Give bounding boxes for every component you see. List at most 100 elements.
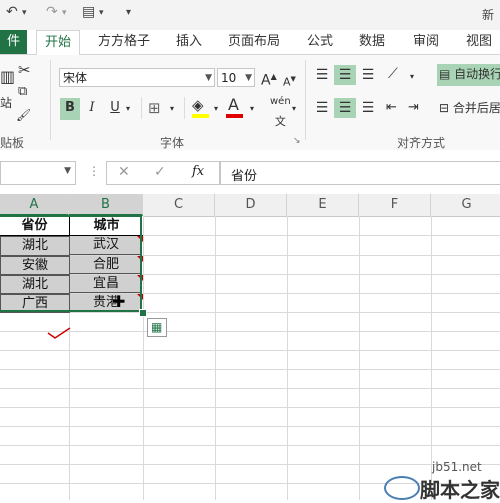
font-divider-2 bbox=[184, 97, 185, 119]
gridline bbox=[143, 216, 144, 500]
tab-page-layout[interactable]: 页面布局 bbox=[228, 30, 280, 54]
check-mark-icon bbox=[47, 327, 71, 339]
tab-insert[interactable]: 插入 bbox=[176, 30, 202, 54]
comment-indicator[interactable] bbox=[137, 294, 143, 300]
tab-view[interactable]: 视图 bbox=[466, 30, 492, 54]
font-dialog-launcher-icon[interactable]: ↘ bbox=[293, 131, 301, 151]
bold-button[interactable]: B bbox=[60, 98, 80, 120]
decrease-indent-icon[interactable]: ⇤ bbox=[386, 98, 397, 118]
quick-analysis-icon: ▦ bbox=[151, 320, 163, 334]
middle-align-icon[interactable]: ☰ bbox=[334, 65, 356, 85]
formula-input[interactable]: 省份 bbox=[220, 161, 500, 185]
italic-button[interactable]: I bbox=[83, 98, 101, 120]
column-header-b[interactable]: B bbox=[69, 194, 143, 216]
column-headers: A B C D E F G bbox=[0, 194, 500, 217]
font-color-dropdown-icon[interactable]: ▾ bbox=[250, 99, 254, 119]
underline-button[interactable]: U bbox=[106, 98, 124, 120]
gridline bbox=[431, 216, 432, 500]
column-header-g[interactable]: G bbox=[431, 194, 500, 216]
grow-font-button[interactable]: A▲ bbox=[261, 67, 277, 91]
redo-dropdown-icon[interactable]: ▾ bbox=[62, 8, 67, 18]
window-title: 新 bbox=[481, 8, 494, 22]
tab-review[interactable]: 审阅 bbox=[413, 30, 439, 54]
comment-indicator[interactable] bbox=[137, 236, 143, 242]
fill-color-dropdown-icon[interactable]: ▾ bbox=[214, 99, 218, 119]
align-left-icon[interactable]: ☰ bbox=[312, 98, 332, 118]
font-name-select[interactable]: 宋体 ▼ bbox=[59, 68, 215, 87]
tab-home[interactable]: 开始 bbox=[36, 30, 81, 56]
cell-b2[interactable]: 武汉 bbox=[70, 236, 142, 255]
customize-toolbar-icon[interactable]: ▾ bbox=[126, 7, 131, 18]
printer-icon[interactable]: ▤ bbox=[82, 4, 95, 20]
paste-icon[interactable]: ▥ bbox=[0, 67, 15, 87]
tab-fangfang[interactable]: 方方格子 bbox=[98, 30, 150, 54]
merge-center-button[interactable]: ⊟ 合并后居中 bbox=[437, 98, 500, 120]
fill-color-icon[interactable]: ◈ bbox=[192, 95, 204, 115]
font-color-icon[interactable]: A bbox=[228, 95, 239, 115]
cell-a3[interactable]: 安徽 bbox=[0, 256, 70, 275]
printer-dropdown-icon[interactable]: ▾ bbox=[99, 8, 104, 18]
underline-dropdown-icon[interactable]: ▾ bbox=[126, 99, 130, 119]
column-header-a[interactable]: A bbox=[0, 194, 69, 216]
cell-b4[interactable]: 宜昌 bbox=[70, 275, 142, 293]
top-align-icon[interactable]: ☰ bbox=[312, 65, 332, 85]
gridline bbox=[0, 426, 500, 427]
bottom-align-icon[interactable]: ☰ bbox=[358, 65, 378, 85]
orientation-dropdown-icon[interactable]: ▾ bbox=[410, 67, 414, 87]
alignment-group-label: 对齐方式 bbox=[397, 136, 446, 150]
comment-indicator[interactable] bbox=[137, 275, 143, 281]
font-size-select[interactable]: 10 ▼ bbox=[217, 68, 255, 87]
borders-icon[interactable]: ⊞ bbox=[148, 98, 161, 118]
cell-b1[interactable]: 城市 bbox=[70, 216, 143, 236]
column-header-d[interactable]: D bbox=[215, 194, 287, 216]
gridline bbox=[0, 388, 500, 389]
phonetic-guide-button[interactable]: wén 文 bbox=[270, 92, 291, 133]
cut-icon[interactable]: ✂ bbox=[18, 60, 31, 80]
watermark-site: jb51.net bbox=[432, 460, 482, 474]
confirm-entry-icon[interactable]: ✓ bbox=[154, 164, 166, 180]
formula-bar-grip-icon[interactable]: ⋮ bbox=[88, 164, 100, 178]
insert-function-icon[interactable]: fx bbox=[192, 164, 204, 179]
font-group-label: 字体 bbox=[160, 136, 185, 150]
redo-icon[interactable]: ↷ bbox=[46, 4, 58, 20]
column-header-c[interactable]: C bbox=[143, 194, 215, 216]
cell-a2[interactable]: 湖北 bbox=[0, 236, 70, 256]
format-painter-icon[interactable]: 🖌 bbox=[16, 105, 31, 125]
fill-color-swatch bbox=[192, 114, 209, 118]
tab-data[interactable]: 数据 bbox=[359, 30, 385, 54]
wrap-text-button[interactable]: ▤ 自动换行 bbox=[437, 64, 500, 86]
orientation-icon[interactable]: ⟋ bbox=[388, 64, 398, 84]
fill-handle[interactable] bbox=[139, 309, 147, 317]
tab-formulas[interactable]: 公式 bbox=[307, 30, 333, 54]
quick-access-toolbar: ↶ ▾ ↷ ▾ ▤ ▾ ▾ 新 bbox=[0, 0, 500, 30]
quick-analysis-button[interactable]: ▦ bbox=[147, 318, 167, 337]
group-separator-2 bbox=[305, 60, 306, 140]
ribbon-tab-bar: 件 开始 方方格子 插入 页面布局 公式 数据 审阅 视图 bbox=[0, 30, 500, 56]
font-color-swatch bbox=[226, 114, 243, 118]
gridline bbox=[0, 312, 500, 313]
name-box[interactable]: ▼ bbox=[0, 161, 76, 185]
clipboard-group-label: 贴板 bbox=[0, 136, 25, 150]
paste-label[interactable]: 站 bbox=[0, 93, 12, 113]
increase-indent-icon[interactable]: ⇥ bbox=[408, 98, 419, 118]
formula-content: 省份 bbox=[231, 169, 258, 184]
undo-icon[interactable]: ↶ bbox=[6, 4, 18, 20]
cell-a5[interactable]: 广西 bbox=[0, 294, 70, 313]
cancel-entry-icon[interactable]: ✕ bbox=[118, 164, 130, 180]
phonetic-dropdown-icon[interactable]: ▾ bbox=[292, 99, 296, 119]
tab-file[interactable]: 件 bbox=[0, 30, 27, 54]
cell-b5[interactable]: 贵港 bbox=[70, 294, 142, 311]
align-center-icon[interactable]: ☰ bbox=[334, 98, 356, 118]
column-header-f[interactable]: F bbox=[359, 194, 431, 216]
cell-b3[interactable]: 合肥 bbox=[70, 256, 142, 274]
cell-a4[interactable]: 湖北 bbox=[0, 275, 70, 294]
copy-icon[interactable]: ⧉ bbox=[18, 82, 27, 102]
align-right-icon[interactable]: ☰ bbox=[358, 98, 378, 118]
column-header-e[interactable]: E bbox=[287, 194, 359, 216]
comment-indicator[interactable] bbox=[137, 256, 143, 262]
name-box-dropdown-icon[interactable]: ▼ bbox=[64, 166, 71, 176]
cell-a1[interactable]: 省份 bbox=[0, 216, 70, 236]
shrink-font-button[interactable]: A▼ bbox=[283, 69, 296, 93]
undo-dropdown-icon[interactable]: ▾ bbox=[22, 8, 27, 18]
borders-dropdown-icon[interactable]: ▾ bbox=[170, 99, 174, 119]
